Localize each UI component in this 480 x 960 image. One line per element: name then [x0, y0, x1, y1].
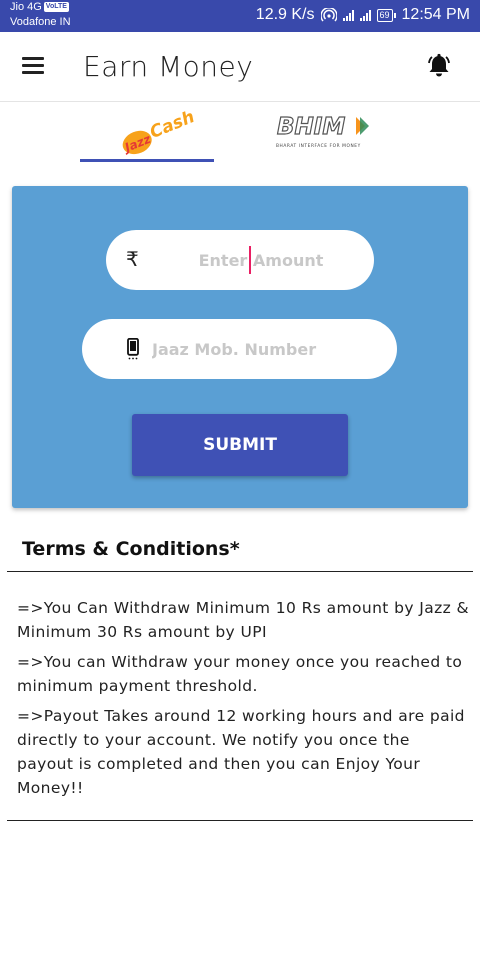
amount-field[interactable]: ₹: [106, 230, 374, 290]
status-indicators: 12.9 K/s 69 12:54 PM: [256, 6, 470, 24]
mobile-number-field[interactable]: [82, 319, 397, 379]
carrier-primary: Jio 4G VoLTE: [10, 1, 69, 13]
amount-input[interactable]: [166, 248, 356, 272]
svg-text:BHIM: BHIM: [277, 114, 345, 140]
tab-bhim[interactable]: BHIM BHARAT INTERFACE FOR MONEY: [270, 102, 380, 162]
text-caret: [249, 246, 251, 274]
terms-item: =>You can Withdraw your money once you r…: [17, 653, 463, 695]
jazzcash-logo: Jazz Cash: [121, 107, 197, 155]
terms-list: =>You Can Withdraw Minimum 10 Rs amount …: [17, 596, 469, 806]
clock: 12:54 PM: [401, 6, 470, 23]
rupee-icon: ₹: [126, 247, 139, 271]
hotspot-icon: [320, 8, 337, 22]
volte-badge: VoLTE: [43, 2, 69, 12]
terms-item: =>Payout Takes around 12 working hours a…: [17, 707, 465, 797]
selected-tab-indicator: [80, 159, 214, 162]
signal-4g-icon: [342, 9, 354, 21]
bell-icon[interactable]: [425, 52, 453, 80]
page-title: Earn Money: [83, 50, 254, 83]
phone-icon: [127, 338, 139, 360]
terms-item: =>You Can Withdraw Minimum 10 Rs amount …: [17, 599, 470, 641]
menu-icon[interactable]: [22, 57, 44, 75]
network-speed: 12.9 K/s: [255, 6, 315, 23]
signal-icon: [359, 9, 371, 21]
app-bar: Earn Money: [0, 32, 480, 102]
mobile-number-input[interactable]: [152, 337, 382, 361]
battery-icon: 69: [376, 8, 396, 22]
bhim-logo: BHIM BHARAT INTERFACE FOR MONEY: [276, 113, 369, 149]
withdraw-form-card: ₹ SUBMIT: [12, 186, 468, 508]
terms-divider-bottom: [7, 820, 473, 821]
svg-text:Cash: Cash: [147, 107, 197, 143]
carrier-secondary: Vodafone IN: [10, 16, 71, 28]
terms-title: Terms & Conditions*: [22, 538, 240, 560]
payment-method-tabs: Jazz Cash BHIM BHARAT INTERFACE FOR MONE…: [0, 102, 480, 166]
submit-button[interactable]: SUBMIT: [132, 414, 348, 476]
battery-level: 69: [376, 8, 393, 22]
tab-jazzcash[interactable]: Jazz Cash: [80, 102, 214, 162]
terms-divider-top: [7, 571, 473, 572]
status-bar: Jio 4G VoLTE Vodafone IN 12.9 K/s 69 12:…: [0, 0, 480, 32]
carrier-primary-label: Jio 4G: [10, 1, 42, 13]
svg-text:BHARAT INTERFACE FOR MONEY: BHARAT INTERFACE FOR MONEY: [276, 143, 361, 149]
